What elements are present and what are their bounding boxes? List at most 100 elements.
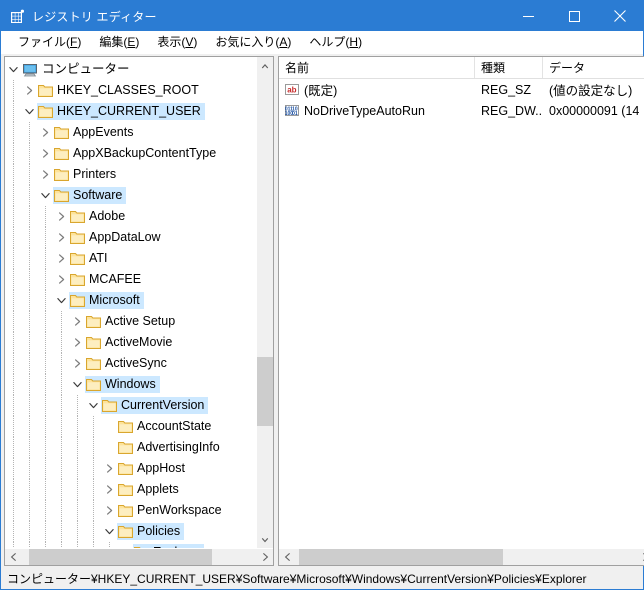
tree-node-label-group[interactable]: Microsoft (69, 292, 144, 309)
tree-node[interactable]: Adobe (5, 206, 256, 227)
tree-node-label-group[interactable]: Adobe (69, 208, 129, 225)
values-list[interactable]: ab (既定) REG_SZ (値の設定なし) 011 10 100 01 NoDriveTyp… (279, 79, 644, 548)
tree-node-label-group[interactable]: ATI (69, 250, 112, 267)
chevron-right-icon[interactable] (69, 353, 85, 374)
tree-node[interactable]: Active Setup (5, 311, 256, 332)
menu-edit[interactable]: 編集(E) (90, 32, 148, 53)
tree-scrollbar-thumb[interactable] (257, 357, 273, 426)
chevron-right-icon[interactable] (37, 143, 53, 164)
tree-node-label-group[interactable]: Policies (117, 523, 185, 540)
tree-node[interactable]: MCAFEE (5, 269, 256, 290)
tree-node[interactable]: AdvertisingInfo (5, 437, 256, 458)
value-row[interactable]: 011 10 100 01 NoDriveTypeAutoRun REG_DW... 0x0… (279, 100, 644, 121)
tree-hscrollbar-thumb[interactable] (29, 549, 212, 565)
chevron-down-icon[interactable] (101, 521, 117, 542)
tree-node[interactable]: AppXBackupContentType (5, 143, 256, 164)
values-scroll-left-button[interactable] (279, 549, 296, 565)
close-button[interactable] (597, 1, 643, 31)
minimize-button[interactable] (505, 1, 551, 31)
chevron-right-icon[interactable] (101, 458, 117, 479)
tree-node[interactable]: AppDataLow (5, 227, 256, 248)
column-header[interactable]: データ (543, 57, 644, 78)
menu-view[interactable]: 表示(V) (148, 32, 206, 53)
tree-node[interactable]: ActiveSync (5, 353, 256, 374)
chevron-right-icon[interactable] (69, 311, 85, 332)
tree-node-label-group[interactable]: AppHost (117, 460, 189, 477)
chevron-right-icon[interactable] (53, 206, 69, 227)
tree-node[interactable]: Windows (5, 374, 256, 395)
values-hscrollbar-track[interactable] (296, 549, 636, 565)
chevron-down-icon[interactable] (69, 374, 85, 395)
tree-node-label-group[interactable]: ActiveMovie (85, 334, 176, 351)
tree-node[interactable]: ActiveMovie (5, 332, 256, 353)
tree-node-label-group[interactable]: PenWorkspace (117, 502, 226, 519)
menu-favorites[interactable]: お気に入り(A) (206, 32, 300, 53)
tree-node[interactable]: Printers (5, 164, 256, 185)
tree-node[interactable]: AccountState (5, 416, 256, 437)
chevron-right-icon[interactable] (37, 122, 53, 143)
maximize-button[interactable] (551, 1, 597, 31)
tree-indent-guide (53, 500, 69, 521)
tree-node-label-group[interactable]: Applets (117, 481, 183, 498)
chevron-down-icon[interactable] (5, 59, 21, 80)
tree-node[interactable]: PenWorkspace (5, 500, 256, 521)
tree-scroll-down-button[interactable] (257, 531, 273, 548)
chevron-right-icon[interactable] (37, 164, 53, 185)
tree-scroll-area[interactable]: コンピューター HKEY_CLASSES_ROOT HKEY_CURRENT_USE… (5, 57, 256, 548)
tree-node-label-group[interactable]: AppDataLow (69, 229, 165, 246)
tree-node-label-group[interactable]: コンピューター (21, 61, 134, 78)
tree-horizontal-scrollbar[interactable] (5, 548, 273, 565)
chevron-right-icon[interactable] (53, 227, 69, 248)
tree-vertical-scrollbar[interactable] (256, 57, 273, 548)
chevron-right-icon[interactable] (101, 500, 117, 521)
tree-node-label-group[interactable]: AccountState (117, 418, 215, 435)
chevron-down-icon[interactable] (37, 185, 53, 206)
chevron-down-icon[interactable] (21, 101, 37, 122)
tree-scroll-right-button[interactable] (256, 549, 273, 565)
tree-node-label-group[interactable]: Software (53, 187, 127, 204)
value-row[interactable]: ab (既定) REG_SZ (値の設定なし) (279, 79, 644, 100)
tree-node[interactable]: HKEY_CLASSES_ROOT (5, 80, 256, 101)
chevron-down-icon[interactable] (53, 290, 69, 311)
tree-node[interactable]: Applets (5, 479, 256, 500)
values-scroll-right-button[interactable] (636, 549, 644, 565)
tree-scroll-up-button[interactable] (257, 57, 273, 74)
tree-node-label-group[interactable]: AppEvents (53, 124, 137, 141)
tree-node-label-group[interactable]: Printers (53, 166, 120, 183)
tree-node-label-group[interactable]: HKEY_CLASSES_ROOT (37, 82, 203, 99)
tree-hscrollbar-track[interactable] (22, 549, 256, 565)
chevron-right-icon[interactable] (53, 269, 69, 290)
values-hscrollbar-thumb[interactable] (299, 549, 504, 565)
menu-file[interactable]: ファイル(F) (9, 32, 90, 53)
tree-node-label-group[interactable]: ActiveSync (85, 355, 171, 372)
tree-indent-guide (21, 458, 37, 479)
tree-node-label-group[interactable]: Active Setup (85, 313, 179, 330)
tree-node[interactable]: CurrentVersion (5, 395, 256, 416)
chevron-down-icon[interactable] (85, 395, 101, 416)
tree-scrollbar-track[interactable] (257, 74, 273, 531)
tree-node[interactable]: Policies (5, 521, 256, 542)
chevron-right-icon[interactable] (101, 479, 117, 500)
tree-node-label-group[interactable]: Windows (85, 376, 160, 393)
tree-node-label-group[interactable]: HKEY_CURRENT_USER (37, 103, 205, 120)
tree-node-label-group[interactable]: AdvertisingInfo (117, 439, 224, 456)
tree-node-label-group[interactable]: MCAFEE (69, 271, 145, 288)
chevron-right-icon[interactable] (53, 248, 69, 269)
tree-scroll-left-button[interactable] (5, 549, 22, 565)
menu-help[interactable]: ヘルプ(H) (300, 32, 371, 53)
column-header[interactable]: 名前 (279, 57, 475, 78)
tree-node-label-group[interactable]: AppXBackupContentType (53, 145, 220, 162)
tree-node[interactable]: AppEvents (5, 122, 256, 143)
tree-node[interactable]: Software (5, 185, 256, 206)
tree-node-label-group[interactable]: CurrentVersion (101, 397, 209, 414)
column-header[interactable]: 種類 (475, 57, 543, 78)
chevron-right-icon[interactable] (21, 80, 37, 101)
tree-node[interactable]: ATI (5, 248, 256, 269)
tree-node[interactable]: Microsoft (5, 290, 256, 311)
values-horizontal-scrollbar[interactable] (279, 548, 644, 565)
chevron-right-icon[interactable] (69, 332, 85, 353)
title-bar[interactable]: レジストリ エディター (1, 1, 643, 31)
tree-node[interactable]: HKEY_CURRENT_USER (5, 101, 256, 122)
tree-node[interactable]: コンピューター (5, 59, 256, 80)
tree-node[interactable]: AppHost (5, 458, 256, 479)
